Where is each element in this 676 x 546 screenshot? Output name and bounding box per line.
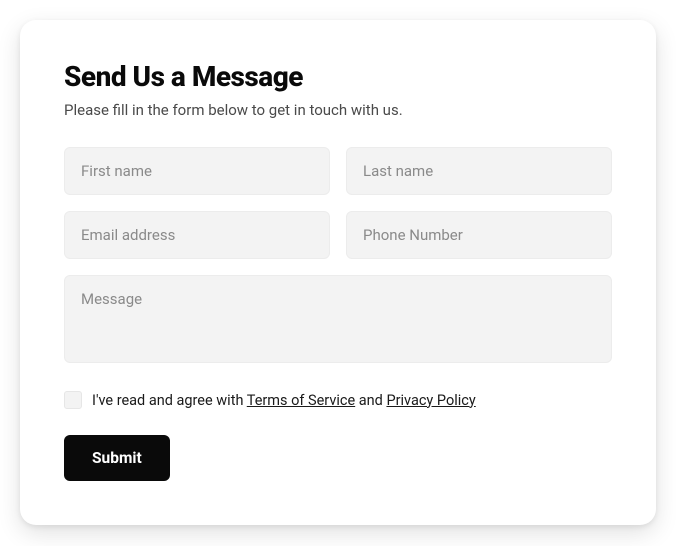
contact-row <box>64 211 612 259</box>
consent-text: I've read and agree with Terms of Servic… <box>92 392 476 409</box>
last-name-input[interactable] <box>346 147 612 195</box>
phone-input[interactable] <box>346 211 612 259</box>
consent-row: I've read and agree with Terms of Servic… <box>64 391 612 409</box>
consent-checkbox[interactable] <box>64 391 82 409</box>
terms-link[interactable]: Terms of Service <box>247 392 355 409</box>
consent-prefix: I've read and agree with <box>92 392 247 409</box>
contact-form-card: Send Us a Message Please fill in the for… <box>20 20 656 525</box>
privacy-link[interactable]: Privacy Policy <box>386 392 475 409</box>
submit-button[interactable]: Submit <box>64 435 170 481</box>
first-name-input[interactable] <box>64 147 330 195</box>
form-subtitle: Please fill in the form below to get in … <box>64 101 612 119</box>
name-row <box>64 147 612 195</box>
message-textarea[interactable] <box>64 275 612 363</box>
consent-mid: and <box>355 392 386 409</box>
message-row <box>64 275 612 367</box>
form-title: Send Us a Message <box>64 60 612 93</box>
email-input[interactable] <box>64 211 330 259</box>
